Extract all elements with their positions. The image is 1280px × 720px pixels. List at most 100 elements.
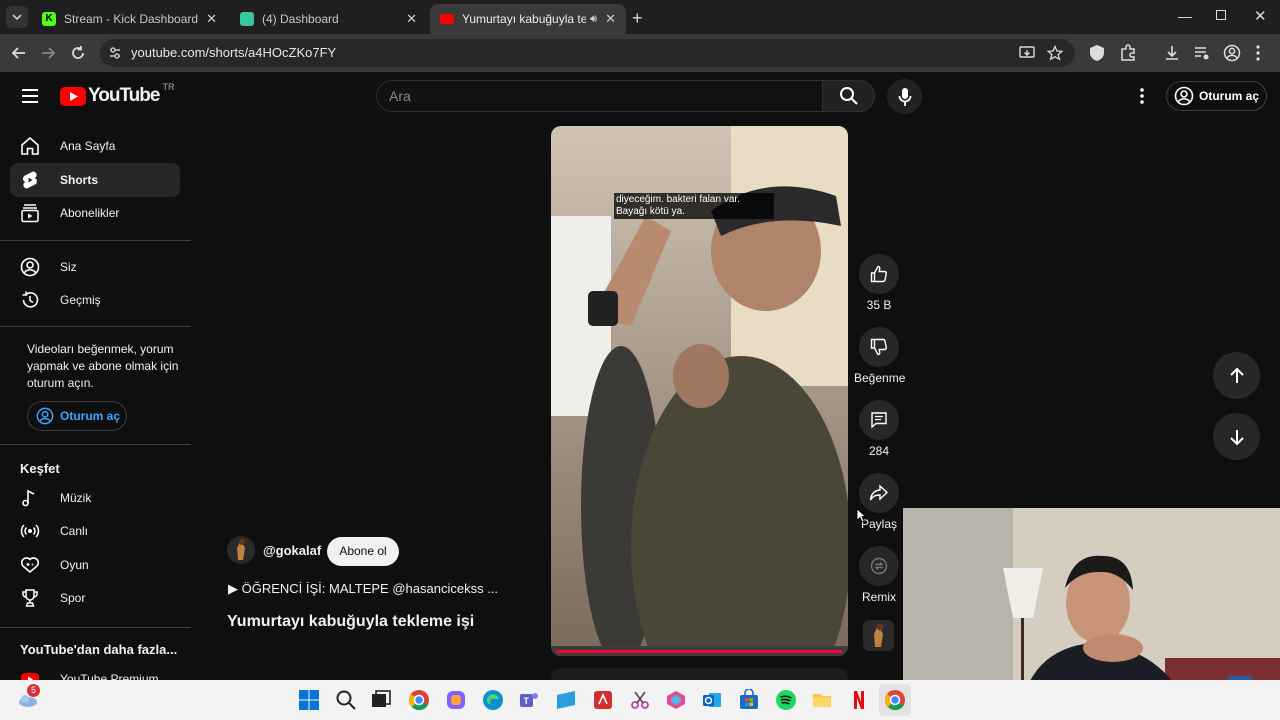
remix-button[interactable] <box>859 546 899 586</box>
voice-search-button[interactable] <box>887 79 922 114</box>
new-tab-button[interactable]: + <box>632 8 643 29</box>
photos-icon[interactable] <box>555 689 577 711</box>
sidebar-item-gaming[interactable]: Oyun <box>10 548 180 582</box>
sidebar-item-shorts[interactable]: Shorts <box>10 163 180 197</box>
copilot-icon[interactable] <box>445 689 467 711</box>
sidebar-item-music[interactable]: Müzik <box>10 481 180 515</box>
channel-avatar[interactable] <box>227 536 255 564</box>
subscribe-button[interactable]: Abone ol <box>327 537 399 566</box>
edge-icon[interactable] <box>482 689 504 711</box>
tab-dashboard[interactable]: (4) Dashboard ✕ <box>230 4 427 34</box>
file-explorer-icon[interactable] <box>811 689 833 711</box>
comments-button[interactable] <box>859 400 899 440</box>
acrobat-icon[interactable] <box>592 689 614 711</box>
explore-heading: Keşfet <box>20 461 60 476</box>
snipping-tool-icon[interactable] <box>629 689 651 711</box>
sidebar-item-history[interactable]: Geçmiş <box>10 283 180 317</box>
youtube-play-logo-icon <box>60 86 86 106</box>
settings-more-icon[interactable] <box>1139 88 1145 104</box>
microsoft-store-icon[interactable] <box>738 689 760 711</box>
download-icon[interactable] <box>1163 44 1181 62</box>
tab-search-button[interactable] <box>6 6 28 28</box>
youtube-logo[interactable]: YouTube TR <box>60 82 174 107</box>
sidebar-signin-button[interactable]: Oturum aç <box>27 401 127 431</box>
trophy-icon <box>22 589 38 607</box>
like-button[interactable] <box>859 254 899 294</box>
like-action[interactable]: 35 B <box>854 254 904 312</box>
sidebar-item-sports[interactable]: Spor <box>10 581 180 615</box>
windows-start-icon[interactable] <box>298 689 320 711</box>
media-controls-icon[interactable] <box>1193 44 1211 62</box>
window-close-button[interactable]: ✕ <box>1254 7 1267 25</box>
sidebar-item-live[interactable]: Canlı <box>10 514 180 548</box>
search-input[interactable] <box>377 81 822 111</box>
comments-action[interactable]: 284 <box>854 400 904 458</box>
weather-widget[interactable]: 5 <box>17 684 40 710</box>
sidebar-divider <box>0 326 191 327</box>
live-icon <box>20 524 40 538</box>
hamburger-menu-icon[interactable] <box>21 88 39 104</box>
minimize-button[interactable]: — <box>1178 8 1192 24</box>
channel-name[interactable]: @gokalaf <box>263 543 321 558</box>
sidebar-item-label: Canlı <box>60 524 89 538</box>
search-button[interactable] <box>822 80 875 112</box>
teams-icon[interactable]: T <box>518 689 540 711</box>
sound-thumbnail[interactable] <box>863 620 894 651</box>
video-progress-bar[interactable] <box>557 650 842 653</box>
taskbar-search-icon[interactable] <box>335 689 357 711</box>
sidebar-item-label: Siz <box>60 260 77 274</box>
share-button[interactable] <box>859 473 899 513</box>
site-info-icon[interactable] <box>108 46 122 60</box>
netflix-icon[interactable] <box>848 689 870 711</box>
youtube-premium-icon <box>21 673 39 680</box>
task-view-icon[interactable] <box>370 689 392 711</box>
reload-icon[interactable] <box>69 44 87 62</box>
sidebar-item-subscriptions[interactable]: Abonelikler <box>10 196 180 230</box>
next-short-preview <box>551 668 848 680</box>
extensions-puzzle-icon[interactable] <box>1119 44 1137 62</box>
shield-extension-icon[interactable] <box>1089 44 1105 62</box>
chevron-down-icon <box>12 14 22 21</box>
forward-arrow-icon[interactable] <box>39 44 57 62</box>
thumbs-up-icon <box>870 265 887 283</box>
history-icon <box>22 291 39 308</box>
more-vert-icon[interactable] <box>1255 44 1261 62</box>
share-arrow-icon <box>869 484 889 501</box>
search-box[interactable] <box>376 80 823 112</box>
music-icon <box>22 489 35 507</box>
sidebar-item-label: Oyun <box>60 558 89 572</box>
remix-action[interactable]: Remix <box>854 546 904 604</box>
install-app-icon[interactable] <box>1019 46 1035 60</box>
close-icon[interactable]: ✕ <box>605 11 616 27</box>
next-short-button[interactable] <box>1213 413 1260 460</box>
speaker-icon[interactable]: 🔊︎ <box>590 13 597 26</box>
back-arrow-icon[interactable] <box>10 44 28 62</box>
microphone-icon <box>898 87 911 106</box>
microsoft-365-icon[interactable] <box>665 689 687 711</box>
tab-kick-dashboard[interactable]: K Stream - Kick Dashboard ✕ <box>32 4 227 34</box>
chrome-icon[interactable] <box>408 689 430 711</box>
previous-short-button[interactable] <box>1213 352 1260 399</box>
kick-favicon-icon: K <box>42 12 56 26</box>
sidebar-item-youtube-premium[interactable]: YouTube Premium <box>10 662 180 680</box>
spotify-icon[interactable] <box>775 689 797 711</box>
windows-taskbar: 5 T <box>0 680 1280 720</box>
sidebar-item-you[interactable]: Siz <box>10 250 180 284</box>
profile-icon[interactable] <box>1223 44 1241 62</box>
outlook-icon[interactable] <box>701 689 723 711</box>
sound-avatar-image <box>874 623 884 647</box>
close-icon[interactable]: ✕ <box>406 11 417 27</box>
close-icon[interactable]: ✕ <box>206 11 217 27</box>
address-bar[interactable]: youtube.com/shorts/a4HOcZKo7FY <box>100 39 1075 67</box>
restore-button[interactable] <box>1216 10 1226 20</box>
sidebar-item-home[interactable]: Ana Sayfa <box>10 129 180 163</box>
dislike-button[interactable] <box>859 327 899 367</box>
bookmark-star-icon[interactable] <box>1047 45 1063 61</box>
short-description[interactable]: ▶ ÖĞRENCİ İŞİ: MALTEPE @hasancicekss ... <box>228 581 498 597</box>
tab-youtube-short[interactable]: Yumurtayı kabuğuyla tekler 🔊︎ ✕ <box>430 4 626 34</box>
short-video-player[interactable]: diyeceğim. bakteri falan var. Bayağı köt… <box>551 126 848 656</box>
dislike-action[interactable]: Beğenme <box>854 327 905 385</box>
chrome-active-icon[interactable] <box>884 689 906 711</box>
signin-button[interactable]: Oturum aç <box>1166 81 1267 111</box>
sidebar-item-label: YouTube Premium <box>60 672 159 680</box>
